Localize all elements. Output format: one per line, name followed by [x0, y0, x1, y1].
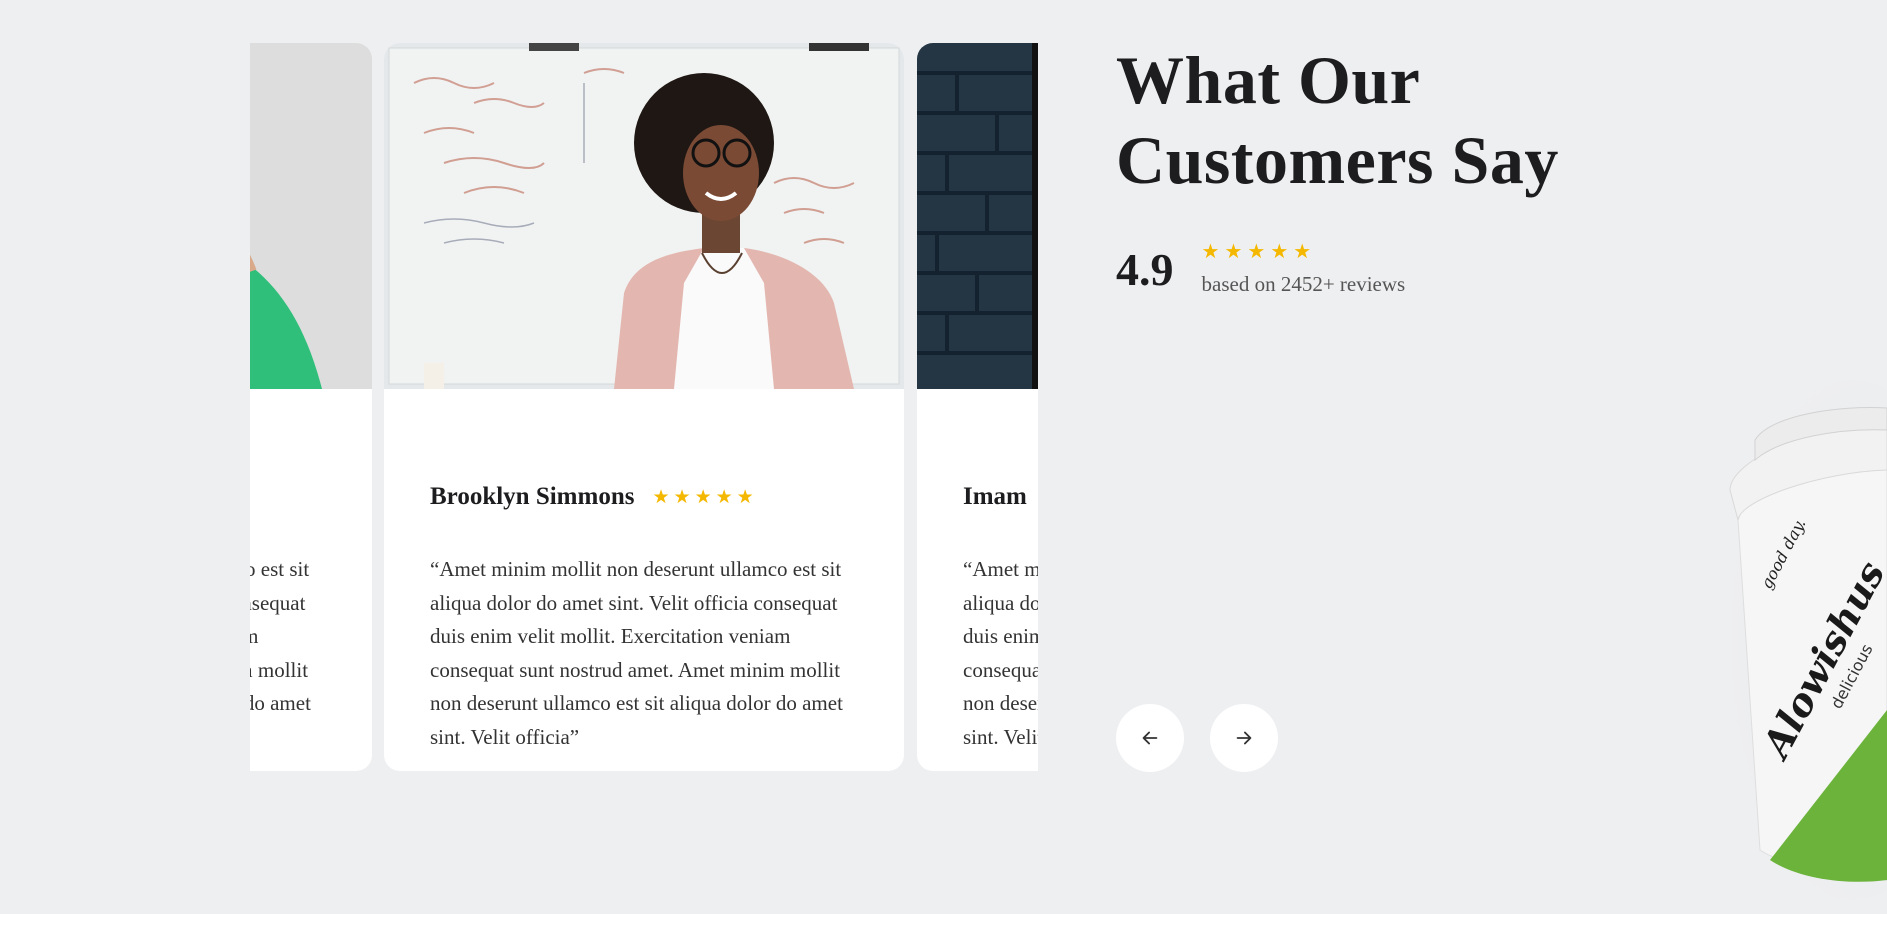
- customer-photo: [384, 43, 904, 389]
- customer-photo: [917, 43, 1038, 389]
- overall-rating: 4.9 ★ ★ ★ ★ ★ based on 2452+ reviews: [1116, 240, 1405, 300]
- star-icon: ★: [715, 486, 733, 508]
- testimonial-card[interactable]: “Amet minim mollit non deserunt ullamco …: [250, 43, 372, 771]
- rating-stars: ★ ★ ★ ★ ★: [1202, 242, 1406, 262]
- star-icon: ★: [673, 486, 691, 508]
- star-icon: ★: [1293, 241, 1312, 263]
- testimonial-card[interactable]: Imam “Amet minim mollit non deserunt ull…: [917, 43, 1038, 771]
- coffee-cup-image: good day. Alowishus delicious: [1700, 380, 1887, 900]
- heading-line: Customers Say: [1116, 122, 1559, 198]
- next-button[interactable]: [1210, 704, 1278, 772]
- star-icon: ★: [736, 486, 754, 508]
- customer-photo: [250, 43, 372, 389]
- star-icon: ★: [1247, 241, 1266, 263]
- customer-name-row: Imam: [963, 483, 1027, 511]
- review-count: based on 2452+ reviews: [1201, 272, 1406, 296]
- rating-score: 4.9: [1116, 244, 1174, 295]
- arrow-left-icon: [1142, 731, 1158, 745]
- testimonial-carousel[interactable]: “Amet minim mollit non deserunt ullamco …: [250, 43, 1038, 771]
- prev-button[interactable]: [1116, 704, 1184, 772]
- testimonial-card[interactable]: Brooklyn Simmons ★ ★ ★ ★ ★ “Amet minim m…: [384, 43, 904, 771]
- testimonial-quote: “Amet minim mollit non deserunt ullamco …: [963, 557, 1038, 749]
- rating-meta: ★ ★ ★ ★ ★ based on 2452+ reviews: [1202, 240, 1406, 297]
- star-icon: ★: [652, 486, 670, 508]
- customer-name: Imam: [963, 483, 1027, 510]
- testimonial-quote: “Amet minim mollit non deserunt ullamco …: [250, 557, 311, 716]
- testimonial-quote: “Amet minim mollit non deserunt ullamco …: [430, 557, 843, 749]
- customer-name-row: Brooklyn Simmons ★ ★ ★ ★ ★: [430, 483, 754, 511]
- star-icon: ★: [1201, 241, 1220, 263]
- section-heading: What Our Customers Say: [1116, 40, 1716, 200]
- customer-name: Brooklyn Simmons: [430, 483, 635, 510]
- rating-stars: ★ ★ ★ ★ ★: [652, 488, 753, 507]
- footer-band: [0, 914, 1887, 937]
- heading-line: What Our: [1116, 42, 1421, 118]
- star-icon: ★: [1224, 241, 1243, 263]
- star-icon: ★: [694, 486, 712, 508]
- arrow-right-icon: [1236, 731, 1252, 745]
- star-icon: ★: [1270, 241, 1289, 263]
